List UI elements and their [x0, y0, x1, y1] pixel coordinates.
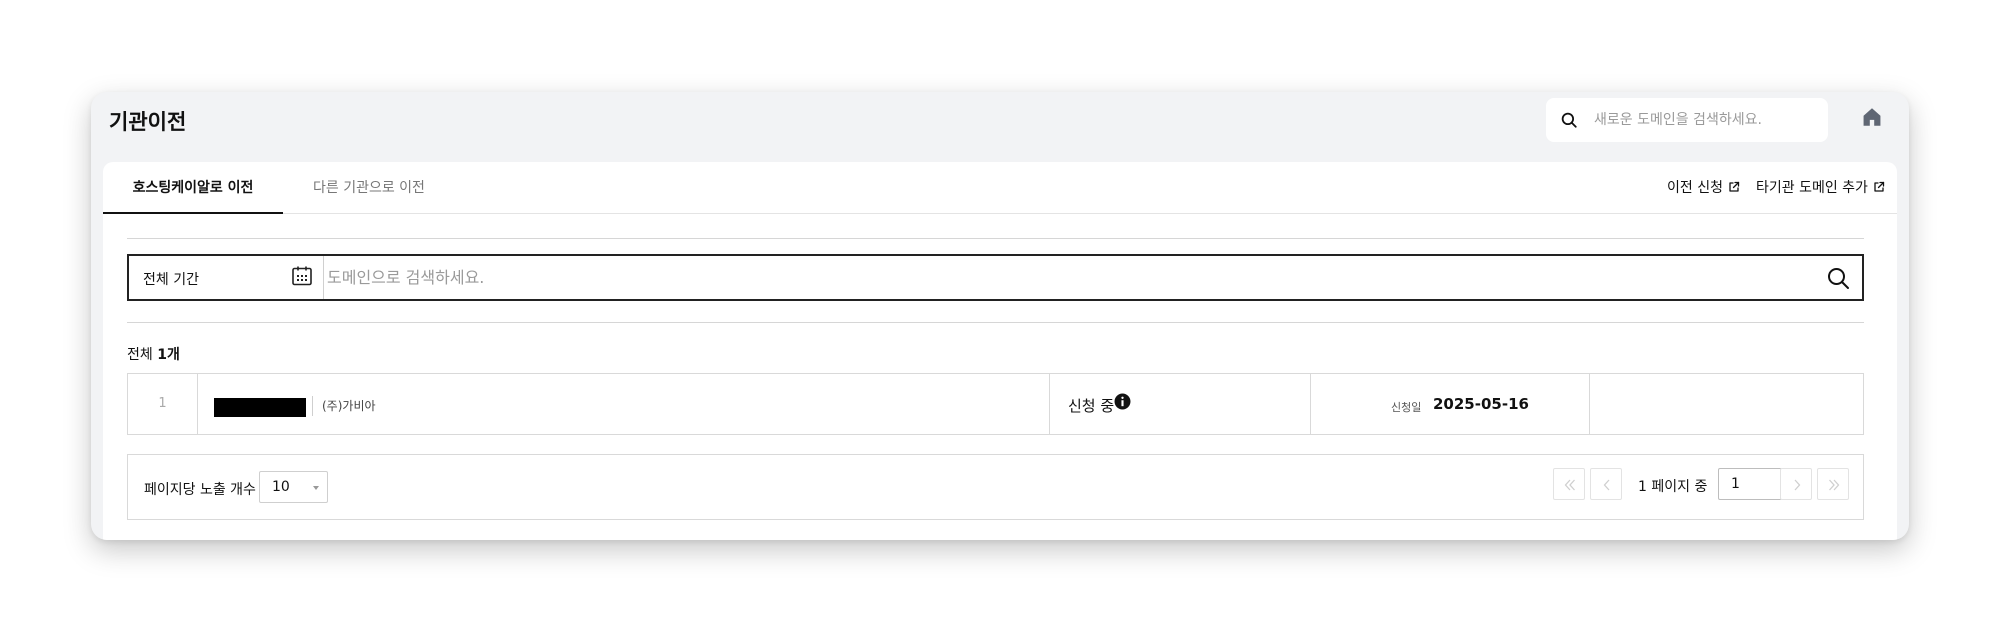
date-cell: 신청일 2025-05-16: [1311, 374, 1590, 434]
last-page-button[interactable]: [1817, 468, 1849, 500]
table-row: 1 (주)가비아 신청 중 신청일 2025-05-16: [127, 373, 1864, 435]
pagination-bar: 페이지당 노출 개수 10 1 페이지 중: [127, 454, 1864, 520]
result-count-value: 1개: [157, 347, 180, 363]
search-icon: [1561, 112, 1577, 128]
next-page-button[interactable]: [1780, 468, 1812, 500]
status-cell: 신청 중: [1050, 374, 1311, 434]
redacted-domain: [214, 398, 306, 417]
date-label: 신청일: [1391, 401, 1422, 414]
top-search-box[interactable]: [1546, 98, 1828, 142]
main-panel: 호스팅케이알로 이전 다른 기관으로 이전 이전 신청 타기관 도메인 추가 전…: [103, 162, 1897, 540]
domain-cell: (주)가비아: [198, 374, 1050, 434]
result-count: 전체 1개: [127, 344, 180, 364]
transfer-request-label: 이전 신청: [1667, 180, 1723, 196]
request-date: 2025-05-16: [1433, 395, 1529, 413]
add-other-domain-label: 타기관 도메인 추가: [1756, 180, 1868, 196]
per-page-value: 10: [272, 479, 290, 495]
filter-bar: 전체 기간: [127, 254, 1864, 301]
prev-page-button[interactable]: [1590, 468, 1622, 500]
first-page-button[interactable]: [1553, 468, 1585, 500]
divider: [127, 238, 1864, 239]
external-link-icon: [1874, 181, 1885, 192]
actions-cell: [1590, 374, 1863, 434]
status-text: 신청 중: [1068, 397, 1115, 415]
page-number-input[interactable]: [1718, 468, 1782, 500]
home-icon[interactable]: [1861, 106, 1883, 128]
page-title: 기관이전: [109, 110, 187, 134]
domain-search-input[interactable]: [1594, 104, 1814, 136]
result-count-prefix: 전체: [127, 347, 153, 363]
registrar-name: (주)가비아: [322, 399, 376, 413]
divider: [312, 396, 313, 416]
tab-bar: 호스팅케이알로 이전 다른 기관으로 이전 이전 신청 타기관 도메인 추가: [103, 162, 1897, 214]
top-bar: 기관이전: [91, 92, 1909, 162]
tab-other-registrar-transfer[interactable]: 다른 기관으로 이전: [313, 162, 425, 214]
divider: [127, 322, 1864, 323]
external-link-icon: [1729, 181, 1740, 192]
calendar-icon: [292, 266, 312, 286]
per-page-label: 페이지당 노출 개수: [144, 482, 256, 498]
domain-filter-input[interactable]: [327, 260, 1787, 295]
per-page-select[interactable]: 10: [259, 471, 328, 503]
double-chevron-right-icon: [1829, 479, 1840, 491]
chevron-down-icon: [313, 486, 319, 490]
period-selector[interactable]: 전체 기간: [129, 256, 324, 299]
chevron-right-icon: [1794, 479, 1801, 491]
app-window: 기관이전 호스팅케이알로 이전 다른 기관으로 이전 이전 신청 타기관 도메인…: [91, 92, 1909, 540]
page-status: 1 페이지 중: [1638, 479, 1708, 495]
add-other-domain-link[interactable]: 타기관 도메인 추가: [1756, 162, 1885, 214]
tab-hosting-kr-transfer[interactable]: 호스팅케이알로 이전: [103, 162, 283, 214]
row-index: 1: [128, 374, 198, 434]
search-icon[interactable]: [1826, 266, 1850, 290]
transfer-request-link[interactable]: 이전 신청: [1667, 162, 1740, 214]
info-icon[interactable]: [1114, 393, 1131, 410]
period-label: 전체 기간: [143, 272, 199, 288]
double-chevron-left-icon: [1564, 479, 1575, 491]
chevron-left-icon: [1603, 479, 1610, 491]
